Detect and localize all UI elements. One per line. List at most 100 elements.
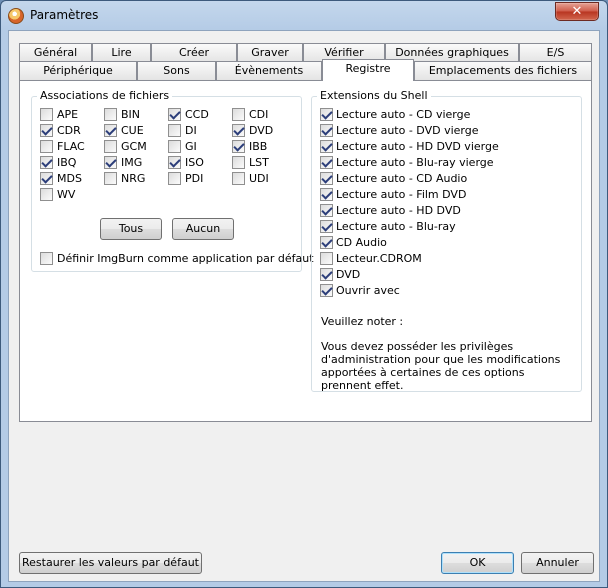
tab-io[interactable]: E/S bbox=[519, 43, 592, 62]
file-type-checkbox[interactable] bbox=[104, 124, 117, 137]
file-type-checkbox[interactable] bbox=[40, 156, 53, 169]
file-type-checkbox[interactable] bbox=[232, 172, 245, 185]
shell-extension-label: Lecture auto - HD DVD bbox=[336, 204, 461, 217]
tab-label: E/S bbox=[546, 46, 565, 59]
shell-extension-label: Lecture auto - CD vierge bbox=[336, 108, 471, 121]
select-all-button[interactable]: Tous bbox=[100, 218, 162, 240]
tab-events[interactable]: Évènements bbox=[216, 61, 322, 80]
file-type-checkbox[interactable] bbox=[40, 124, 53, 137]
file-type-checkbox[interactable] bbox=[168, 156, 181, 169]
file-type-label: BIN bbox=[121, 108, 141, 121]
file-type-checkbox[interactable] bbox=[104, 108, 117, 121]
note-body: Vous devez posséder les privilèges d'adm… bbox=[321, 340, 561, 391]
button-label: OK bbox=[469, 556, 486, 569]
file-type-label: MDS bbox=[57, 172, 82, 185]
restore-defaults-button[interactable]: Restaurer les valeurs par défaut bbox=[19, 552, 202, 574]
shell-extension-checkbox[interactable] bbox=[320, 236, 333, 249]
default-app-label: Définir ImgBurn comme application par dé… bbox=[57, 252, 314, 265]
select-none-button[interactable]: Aucun bbox=[172, 218, 234, 240]
file-type-checkbox[interactable] bbox=[168, 140, 181, 153]
tab-registry[interactable]: Registre bbox=[322, 59, 414, 81]
tab-sounds[interactable]: Sons bbox=[137, 61, 216, 80]
close-button[interactable]: ✕ bbox=[555, 2, 599, 21]
shell-extension-checkbox[interactable] bbox=[320, 220, 333, 233]
file-type-label: GCM bbox=[121, 140, 147, 153]
button-label: Tous bbox=[118, 222, 144, 235]
shell-extension-checkbox[interactable] bbox=[320, 156, 333, 169]
file-type-checkbox[interactable] bbox=[232, 108, 245, 121]
file-type-checkbox[interactable] bbox=[168, 108, 181, 121]
tab-label: Créer bbox=[178, 46, 210, 59]
file-type-label: PDI bbox=[185, 172, 204, 185]
shell-extension-label: Lecture auto - Blu-ray vierge bbox=[336, 156, 494, 169]
file-type-checkbox[interactable] bbox=[40, 140, 53, 153]
shell-extension-label: CD Audio bbox=[336, 236, 387, 249]
shell-extension-checkbox[interactable] bbox=[320, 172, 333, 185]
shell-extension-checkbox[interactable] bbox=[320, 204, 333, 217]
shell-extension-label: Lecteur.CDROM bbox=[336, 252, 422, 265]
shell-extension-checkbox[interactable] bbox=[320, 284, 333, 297]
tab-general[interactable]: Général bbox=[19, 43, 92, 62]
tab-label: Vérifier bbox=[324, 46, 364, 59]
file-type-checkbox[interactable] bbox=[104, 156, 117, 169]
imgburn-app-icon bbox=[8, 8, 24, 24]
shell-extension-label: Lecture auto - DVD vierge bbox=[336, 124, 479, 137]
title-bar[interactable]: Paramètres ✕ bbox=[1, 1, 607, 31]
shell-extension-label: Lecture auto - Blu-ray bbox=[336, 220, 456, 233]
file-type-label: ISO bbox=[185, 156, 204, 169]
file-type-label: CDR bbox=[57, 124, 81, 137]
file-type-label: DI bbox=[185, 124, 197, 137]
cancel-button[interactable]: Annuler bbox=[521, 552, 594, 574]
file-type-checkbox[interactable] bbox=[232, 156, 245, 169]
tab-write[interactable]: Graver bbox=[237, 43, 303, 62]
file-type-checkbox[interactable] bbox=[232, 140, 245, 153]
file-associations-title: Associations de fichiers bbox=[37, 89, 173, 102]
shell-extension-checkbox[interactable] bbox=[320, 108, 333, 121]
file-type-label: WV bbox=[57, 188, 76, 201]
file-type-label: CUE bbox=[121, 124, 144, 137]
tab-label: Général bbox=[33, 46, 78, 59]
default-app-checkbox[interactable] bbox=[40, 252, 53, 265]
tab-file-locations[interactable]: Emplacements des fichiers bbox=[414, 61, 592, 80]
close-icon: ✕ bbox=[571, 4, 583, 19]
file-associations-group: Associations de fichiers APE BIN CCD CDI CDR… bbox=[31, 89, 314, 272]
file-type-checkbox[interactable] bbox=[168, 124, 181, 137]
file-type-checkbox[interactable] bbox=[104, 140, 117, 153]
file-type-label: IBB bbox=[249, 140, 268, 153]
registry-tab-panel: Associations de fichiers APE BIN CCD CDI CDR… bbox=[19, 80, 592, 422]
file-type-checkbox[interactable] bbox=[232, 124, 245, 137]
file-type-label: CDI bbox=[249, 108, 269, 121]
tab-read[interactable]: Lire bbox=[92, 43, 151, 62]
shell-extension-label: Lecture auto - HD DVD vierge bbox=[336, 140, 499, 153]
tab-build[interactable]: Créer bbox=[151, 43, 237, 62]
file-type-checkbox[interactable] bbox=[104, 172, 117, 185]
shell-extension-checkbox[interactable] bbox=[320, 124, 333, 137]
button-label: Aucun bbox=[185, 222, 221, 235]
file-type-label: DVD bbox=[249, 124, 274, 137]
shell-extension-checkbox[interactable] bbox=[320, 188, 333, 201]
tab-label: Données graphiques bbox=[395, 46, 509, 59]
tab-device[interactable]: Périphérique bbox=[19, 61, 137, 80]
shell-extensions-group: Extensions du Shell Lecture auto - CD vi… bbox=[311, 89, 582, 392]
dialog-client-area: Général Lire Créer Graver Vérifier Donné… bbox=[8, 30, 600, 582]
file-type-checkbox[interactable] bbox=[40, 108, 53, 121]
tab-label: Emplacements des fichiers bbox=[428, 64, 578, 77]
settings-window: Paramètres ✕ Général Lire Créer Graver V… bbox=[0, 0, 608, 588]
file-type-checkbox[interactable] bbox=[40, 188, 53, 201]
file-type-label: FLAC bbox=[57, 140, 85, 153]
shell-scroll-area: Lecture auto - CD vierge Lecture auto - D… bbox=[312, 97, 582, 391]
tab-label: Registre bbox=[345, 62, 391, 75]
shell-extension-checkbox[interactable] bbox=[320, 140, 333, 153]
file-type-checkbox[interactable] bbox=[40, 172, 53, 185]
window-title: Paramètres bbox=[30, 8, 99, 22]
shell-extension-label: Ouvrir avec bbox=[336, 284, 400, 297]
file-type-label: GI bbox=[185, 140, 197, 153]
ok-button[interactable]: OK bbox=[441, 552, 514, 574]
tab-label: Sons bbox=[163, 64, 190, 77]
shell-extension-checkbox[interactable] bbox=[320, 252, 333, 265]
button-label: Restaurer les valeurs par défaut bbox=[22, 556, 199, 569]
file-type-label: IBQ bbox=[57, 156, 77, 169]
shell-extension-checkbox[interactable] bbox=[320, 268, 333, 281]
file-type-label: CCD bbox=[185, 108, 209, 121]
file-type-checkbox[interactable] bbox=[168, 172, 181, 185]
